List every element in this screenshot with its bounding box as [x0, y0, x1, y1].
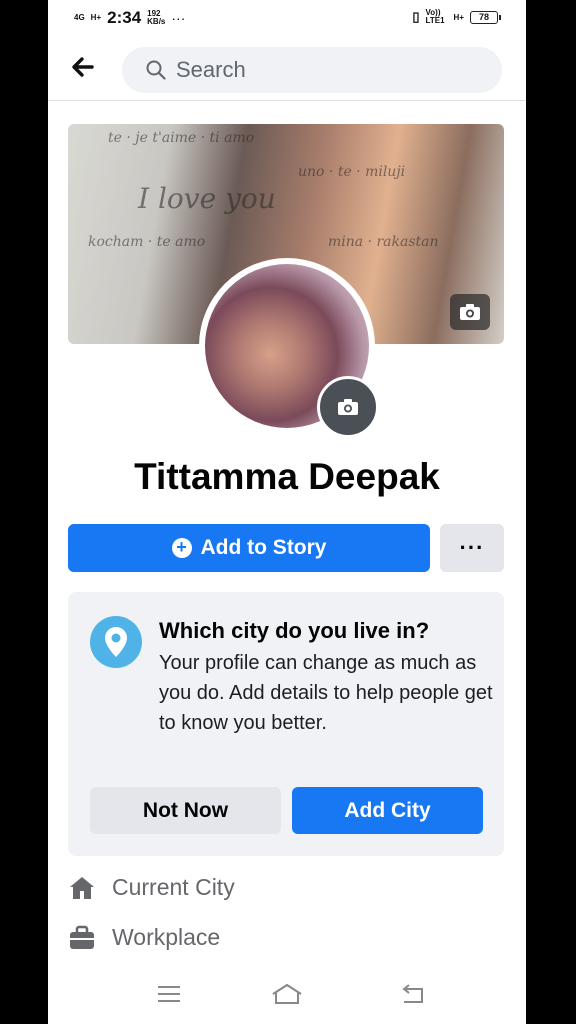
cover-camera-icon[interactable] [450, 294, 490, 330]
cover-script-5: mina · rakastan [328, 234, 439, 250]
more-options-button[interactable]: ··· [440, 524, 504, 572]
signal-hplus-right: H+ [453, 12, 464, 22]
more-icon: ··· [459, 535, 485, 560]
menu-icon[interactable] [154, 982, 184, 1006]
add-to-story-button[interactable]: + Add to Story [68, 524, 430, 572]
detail-workplace[interactable]: Workplace [68, 924, 220, 951]
phone-screen: 4G H+ 2:34 192 KB/s ··· ▯ Vo)) LTE1 H+ 7… [48, 0, 526, 1024]
search-placeholder: Search [176, 57, 246, 82]
city-prompt-card: Which city do you live in? Your profile … [68, 592, 504, 856]
not-now-label: Not Now [142, 798, 229, 822]
detail-current-city[interactable]: Current City [68, 874, 235, 901]
top-bar: Search [48, 44, 526, 101]
cover-script-1: te · je t'aime · ti amo [108, 130, 255, 146]
system-nav-bar [48, 966, 526, 1024]
notification-more: ··· [171, 10, 186, 26]
volte-indicator: Vo)) LTE1 [425, 8, 445, 25]
avatar-camera-icon[interactable] [317, 376, 379, 438]
battery-level: 78 [478, 11, 489, 22]
network-type: 4G [74, 13, 85, 22]
network-indicator: 4G [74, 14, 85, 22]
battery-icon: 78 [470, 10, 501, 24]
cover-script-3: uno · te · miluji [298, 164, 406, 180]
plus-circle-icon: + [171, 538, 192, 558]
clock: 2:34 [107, 8, 142, 27]
home-icon [70, 876, 94, 899]
briefcase-icon [70, 925, 94, 949]
search-input[interactable]: Search [122, 47, 502, 93]
detail-label: Workplace [112, 924, 221, 950]
location-pin-icon [90, 616, 142, 668]
add-city-button[interactable]: Add City [292, 787, 483, 834]
profile-name: Tittamma Deepak [134, 456, 440, 497]
speed-unit: KB/s [147, 17, 166, 26]
back-nav-icon[interactable] [398, 982, 428, 1006]
vibrate-icon: ▯ [412, 9, 420, 24]
status-bar: 4G H+ 2:34 192 KB/s ··· ▯ Vo)) LTE1 H+ 7… [48, 0, 526, 36]
detail-label: Current City [112, 874, 235, 900]
data-speed: 192 KB/s [147, 10, 165, 26]
cover-script-2: I love you [138, 182, 276, 215]
search-icon [146, 60, 166, 80]
city-question: Which city do you live in? [159, 618, 430, 643]
add-city-label: Add City [344, 798, 431, 822]
back-arrow-icon[interactable] [70, 54, 102, 86]
home-nav-icon[interactable] [270, 982, 304, 1006]
cover-script-4: kocham · te amo [88, 234, 206, 250]
not-now-button[interactable]: Not Now [90, 787, 281, 834]
signal-hplus: H+ [90, 13, 102, 22]
city-description: Your profile can change as much as you d… [159, 652, 493, 734]
add-to-story-label: Add to Story [200, 536, 327, 559]
